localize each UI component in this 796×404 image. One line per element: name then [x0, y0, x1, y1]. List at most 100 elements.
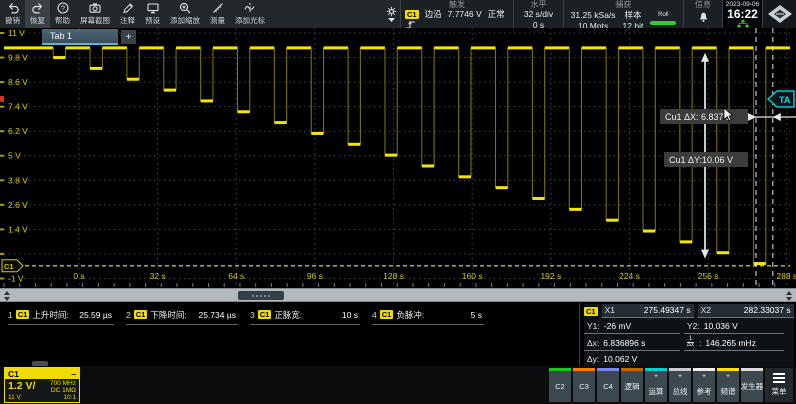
scrollbar-handle[interactable] — [238, 291, 284, 300]
cursor-inverse-dx-field: 1 Δx : 146.265 mHz — [684, 336, 784, 351]
scrollbar-right-spinner[interactable] — [784, 290, 794, 302]
trigger-level: 7.7746 V — [448, 10, 482, 19]
channel1-offset: 11 V — [8, 394, 21, 402]
horizontal-status-section[interactable]: 水平 32 s/div 0 s — [513, 0, 563, 28]
roll-progress-bar — [650, 21, 676, 25]
svg-text:Cu1 ΔY:10.06 V: Cu1 ΔY:10.06 V — [669, 155, 733, 165]
toolbar-settings[interactable] — [382, 0, 400, 28]
channel-button-频谱[interactable]: +频谱 — [717, 368, 739, 402]
toolbar-item-cursor-add[interactable]: 添加光标 — [230, 0, 270, 28]
channel-color-bar — [549, 368, 571, 371]
measurement-index: 1 — [8, 310, 13, 320]
channel-button-总线[interactable]: +总线 — [669, 368, 691, 402]
oscilloscope-screen: 撤销恢复?帮助屏幕截图注释预设添加缩放测量添加光标 触发 C1 边沿 7.774… — [0, 0, 796, 404]
toolbar-item-camera[interactable]: 屏幕截图 — [75, 0, 115, 28]
channel1-box-header[interactable]: C1 – — [5, 368, 79, 379]
redo-icon — [32, 2, 44, 14]
y2-label: Y2: — [687, 321, 700, 331]
cursor-dx-field: Δx: 6.836896 s — [584, 337, 680, 351]
x2-value: 282.33037 s — [715, 305, 791, 315]
waveform-plot: C1TACu1 ΔX: 6.837 sCu1 ΔY:10.06 V11 V9.8… — [0, 28, 796, 288]
measurement-label: 下降时间: — [150, 309, 186, 321]
svg-text:128 s: 128 s — [383, 271, 404, 281]
channel-color-bar — [573, 368, 595, 371]
acquisition-status-section[interactable]: 捕获 31.25 kSa/s 10 Mpts 样本 12 bit Roll — [563, 0, 683, 28]
channel-button-逻辑[interactable]: 逻辑 — [621, 368, 643, 402]
gear-icon — [386, 6, 397, 17]
sample-rate: 31.25 kSa/s — [571, 11, 616, 20]
svg-text:96 s: 96 s — [307, 271, 323, 281]
channel-button-C2[interactable]: C2 — [549, 368, 571, 402]
scrollbar-left-spinner[interactable] — [2, 290, 12, 302]
channel-button-参考[interactable]: +参考 — [693, 368, 715, 402]
inverse-dx-value: 146.265 mHz — [705, 338, 756, 348]
horizontal-scrollbar[interactable] — [0, 288, 796, 302]
acquisition-mode: 样本 — [624, 11, 641, 20]
channel-button-发生器[interactable]: 发生器 — [741, 368, 763, 402]
add-tab-button[interactable]: + — [121, 30, 136, 44]
cursor-results-panel[interactable]: C1 X1 275.49347 s X2 282.33037 s Y1: -26… — [584, 304, 794, 366]
channel-button-C4[interactable]: C4 — [597, 368, 619, 402]
svg-text:3.8 V: 3.8 V — [8, 175, 28, 185]
cursor-x1-field[interactable]: X1 275.49347 s — [602, 304, 694, 318]
y1-value: -26 mV — [604, 321, 631, 331]
svg-text:TA: TA — [779, 95, 791, 105]
measurement-value: 25.59 µs — [72, 310, 112, 320]
signal-bar: C1 – 1.2 V/ 700 MHz DC 1MΩ 11 V 10:1 C2 C… — [0, 366, 796, 404]
time-scale: 32 s/div — [524, 10, 553, 19]
channel1-settings-box[interactable]: C1 – 1.2 V/ 700 MHz DC 1MΩ 11 V 10:1 — [4, 367, 80, 403]
lan-status-icon — [737, 20, 749, 28]
svg-text:160 s: 160 s — [462, 271, 483, 281]
channel-button-label: C2 — [555, 382, 565, 391]
info-section[interactable]: 信息 — [683, 0, 722, 28]
measurement-label: 负脉冲: — [396, 309, 424, 321]
toolbar-item-undo[interactable]: 撤销 — [0, 0, 25, 28]
cursor-source-badge: C1 — [584, 307, 598, 316]
x1-value: 275.49347 s — [619, 305, 691, 315]
acquisition-title: 捕获 — [616, 0, 632, 10]
toolbar-item-redo[interactable]: 恢复 — [25, 0, 50, 28]
channel-button-label: 运算 — [649, 386, 664, 397]
cursor-x2-field[interactable]: X2 282.33037 s — [698, 304, 794, 318]
toolbar-item-label: 添加光标 — [235, 15, 265, 26]
channel-button-运算[interactable]: +运算 — [645, 368, 667, 402]
channel-button-C3[interactable]: C3 — [573, 368, 595, 402]
measurement-source-badge: C1 — [134, 310, 148, 319]
svg-text:224 s: 224 s — [619, 271, 640, 281]
toolbar-item-measure[interactable]: 测量 — [205, 0, 230, 28]
channel-button-label: C3 — [579, 382, 589, 391]
toolbar-item-monitor[interactable]: 预设 — [140, 0, 165, 28]
svg-text:-1 V: -1 V — [8, 273, 24, 283]
trigger-type: 边沿 — [425, 10, 442, 19]
svg-text:0 s: 0 s — [73, 271, 84, 281]
measurement-3[interactable]: 3C1正脉宽:10 s — [250, 307, 360, 325]
measurement-index: 2 — [126, 310, 131, 320]
measurement-2[interactable]: 2C1下降时间:25.734 µs — [126, 307, 238, 325]
tab-tab1[interactable]: Tab 1 — [42, 29, 118, 45]
plus-icon: + — [726, 373, 730, 381]
svg-text:11 V: 11 V — [8, 28, 25, 38]
camera-icon — [89, 2, 101, 14]
measurement-label: 正脉宽: — [274, 309, 302, 321]
channel1-probe-ratio: 10:1 — [63, 394, 76, 402]
channel-button-label: 总线 — [673, 386, 688, 397]
trigger-mode: 正常 — [488, 10, 505, 19]
measurement-4[interactable]: 4C1负脉冲:5 s — [372, 307, 484, 325]
channel-color-bar — [621, 368, 643, 371]
toolbar-item-pencil[interactable]: 注释 — [115, 0, 140, 28]
toolbar-item-help[interactable]: ?帮助 — [50, 0, 75, 28]
svg-text:5 V: 5 V — [8, 151, 21, 161]
measurement-1[interactable]: 1C1上升时间:25.59 µs — [8, 307, 114, 325]
brand-diamond-icon — [767, 4, 793, 24]
waveform-display-area[interactable]: C1TACu1 ΔX: 6.837 sCu1 ΔY:10.06 V11 V9.8… — [0, 28, 796, 288]
clock-section[interactable]: 2023-09-06 16:22 — [722, 0, 762, 28]
c1-dialog-handle[interactable] — [32, 361, 48, 366]
svg-text:9.8 V: 9.8 V — [8, 53, 28, 63]
menu-button[interactable]: 菜单 — [765, 368, 793, 402]
minimize-icon[interactable]: – — [71, 369, 76, 379]
svg-text:C1: C1 — [4, 262, 14, 271]
bell-icon — [698, 11, 709, 23]
channel1-coupling: DC 1MΩ — [51, 387, 76, 394]
trigger-status-section[interactable]: 触发 C1 边沿 7.7746 V 正常 — [400, 0, 513, 28]
toolbar-item-zoom-add[interactable]: 添加缩放 — [165, 0, 205, 28]
